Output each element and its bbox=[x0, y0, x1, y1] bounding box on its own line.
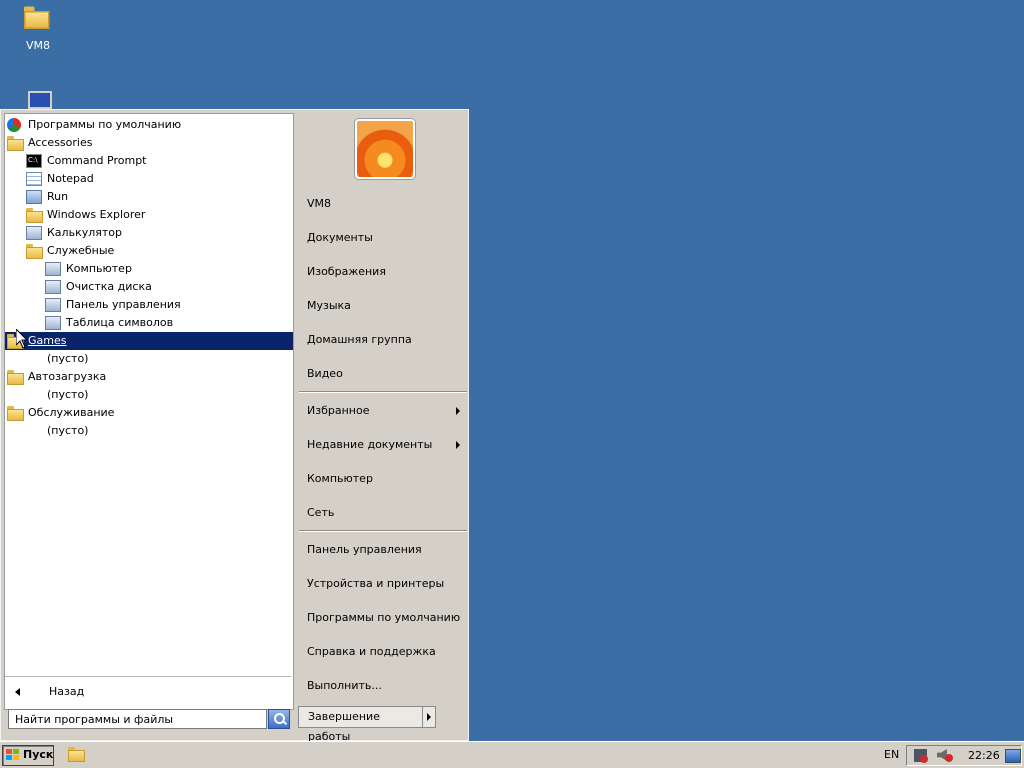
run-icon bbox=[26, 190, 42, 204]
back-arrow-icon bbox=[15, 688, 20, 696]
program-label: Обслуживание bbox=[28, 406, 115, 419]
program-label: Панель управления bbox=[66, 298, 181, 311]
program-label: Программы по умолчанию bbox=[28, 118, 182, 131]
folder-icon bbox=[26, 244, 43, 259]
submenu-arrow-icon bbox=[456, 441, 460, 449]
program-folder[interactable]: Обслуживание bbox=[5, 404, 293, 422]
show-desktop-icon[interactable] bbox=[1005, 749, 1021, 763]
control-panel-icon bbox=[45, 298, 61, 312]
program-label: Run bbox=[47, 190, 69, 203]
program-item[interactable]: (пусто) bbox=[5, 386, 293, 404]
start-link[interactable]: Домашняя группа bbox=[307, 330, 412, 350]
volume-muted-icon bbox=[945, 754, 953, 762]
program-item[interactable]: Очистка диска bbox=[5, 278, 293, 296]
language-indicator[interactable]: EN bbox=[884, 748, 899, 761]
start-menu-right-pane: VM8 Документы Изображения Музыка Домашняя гр… bbox=[295, 110, 468, 743]
start-link[interactable]: Программы по умолчанию bbox=[307, 608, 460, 628]
taskbar: Пуск EN 22:26 bbox=[0, 741, 1024, 768]
program-label: Games bbox=[28, 334, 67, 347]
divider bbox=[299, 391, 467, 392]
start-link[interactable]: Выполнить... bbox=[307, 676, 382, 696]
search-input[interactable] bbox=[8, 709, 267, 729]
shutdown-options-button[interactable] bbox=[422, 706, 436, 728]
back-label: Назад bbox=[49, 685, 85, 698]
start-link[interactable]: Музыка bbox=[307, 296, 351, 316]
start-link[interactable]: Недавние документы bbox=[307, 435, 432, 455]
program-label: Accessories bbox=[28, 136, 93, 149]
start-link[interactable]: Избранное bbox=[307, 401, 369, 421]
start-link[interactable]: VM8 bbox=[307, 194, 331, 214]
mouse-cursor-icon bbox=[16, 329, 28, 349]
start-link[interactable]: Документы bbox=[307, 228, 373, 248]
folder-icon bbox=[7, 136, 24, 151]
program-folder[interactable]: Games bbox=[5, 332, 293, 350]
cmd-icon: C:\ bbox=[26, 154, 42, 168]
start-menu: Программы по умолчанию Accessories C:\ Comm… bbox=[0, 109, 469, 743]
start-link[interactable]: Изображения bbox=[307, 262, 386, 282]
program-label: Очистка диска bbox=[66, 280, 152, 293]
desktop-icon-label: VM8 bbox=[25, 39, 50, 52]
program-label: (пусто) bbox=[47, 352, 89, 365]
user-avatar[interactable] bbox=[355, 119, 415, 179]
divider bbox=[5, 676, 291, 677]
computer-icon bbox=[45, 262, 61, 276]
program-item[interactable]: (пусто) bbox=[5, 422, 293, 440]
start-link[interactable]: Справка и поддержка bbox=[307, 642, 436, 662]
explorer-icon bbox=[26, 208, 43, 223]
explorer-quicklaunch-icon[interactable] bbox=[68, 747, 85, 762]
search-icon[interactable] bbox=[268, 709, 290, 729]
program-label: (пусто) bbox=[47, 388, 89, 401]
start-link[interactable]: Панель управления bbox=[307, 540, 422, 560]
network-icon[interactable] bbox=[914, 749, 928, 763]
program-label: (пусто) bbox=[47, 424, 89, 437]
program-label: Служебные bbox=[47, 244, 115, 257]
program-folder[interactable]: Автозагрузка bbox=[5, 368, 293, 386]
program-item[interactable]: Панель управления bbox=[5, 296, 293, 314]
system-tray: 22:26 bbox=[906, 745, 1022, 766]
start-link[interactable]: Устройства и принтеры bbox=[307, 574, 444, 594]
folder-icon bbox=[7, 370, 24, 385]
user-folder-icon bbox=[24, 6, 51, 36]
program-item[interactable]: Notepad bbox=[5, 170, 293, 188]
clock[interactable]: 22:26 bbox=[968, 749, 1000, 762]
start-link[interactable]: Сеть bbox=[307, 503, 334, 523]
start-button[interactable]: Пуск bbox=[2, 745, 54, 766]
desktop-icon-vm8[interactable]: VM8 bbox=[8, 6, 68, 52]
calculator-icon bbox=[26, 226, 42, 240]
program-label: Таблица символов bbox=[66, 316, 174, 329]
notepad-icon bbox=[26, 172, 42, 186]
windows-logo-icon bbox=[6, 749, 20, 761]
program-label: Компьютер bbox=[66, 262, 132, 275]
back-button[interactable]: Назад bbox=[5, 678, 293, 706]
program-item[interactable]: Windows Explorer bbox=[5, 206, 293, 224]
program-label: Command Prompt bbox=[47, 154, 147, 167]
charmap-icon bbox=[45, 316, 61, 330]
program-item[interactable]: Run bbox=[5, 188, 293, 206]
divider bbox=[299, 530, 467, 531]
start-link[interactable]: Компьютер bbox=[307, 469, 373, 489]
program-label: Калькулятор bbox=[47, 226, 122, 239]
program-label: Автозагрузка bbox=[28, 370, 107, 383]
program-folder[interactable]: Служебные bbox=[5, 242, 293, 260]
program-label: Notepad bbox=[47, 172, 94, 185]
folder-icon bbox=[7, 406, 24, 421]
program-item[interactable]: Компьютер bbox=[5, 260, 293, 278]
program-item[interactable]: Калькулятор bbox=[5, 224, 293, 242]
submenu-arrow-icon bbox=[456, 407, 460, 415]
shutdown-button[interactable]: Завершение работы bbox=[298, 706, 425, 743]
disk-cleanup-icon bbox=[45, 280, 61, 294]
program-item[interactable]: C:\ Command Prompt bbox=[5, 152, 293, 170]
program-item[interactable]: (пусто) bbox=[5, 350, 293, 368]
all-programs-pane: Программы по умолчанию Accessories C:\ Comm… bbox=[4, 113, 294, 710]
start-link[interactable]: Видео bbox=[307, 364, 343, 384]
start-label: Пуск bbox=[23, 748, 54, 761]
program-item[interactable]: Программы по умолчанию bbox=[5, 116, 293, 134]
program-item[interactable]: Таблица символов bbox=[5, 314, 293, 332]
program-folder[interactable]: Accessories bbox=[5, 134, 293, 152]
program-label: Windows Explorer bbox=[47, 208, 146, 221]
default-programs-icon bbox=[7, 118, 21, 132]
